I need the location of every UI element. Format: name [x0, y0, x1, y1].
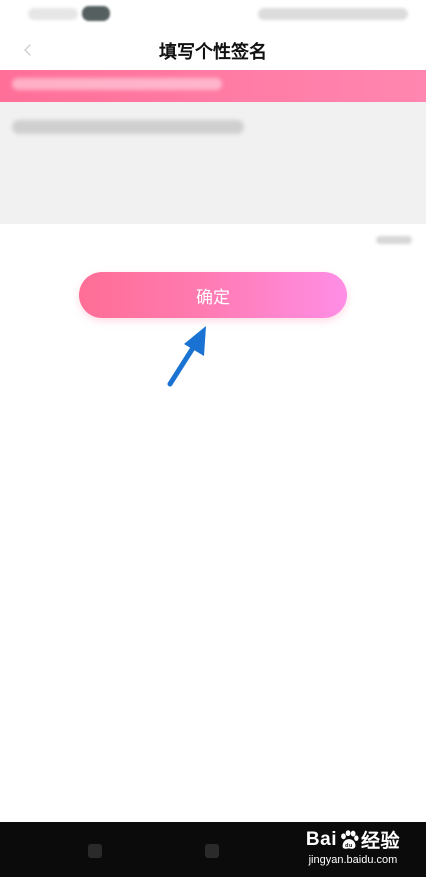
svg-text:du: du: [345, 842, 353, 848]
signature-input[interactable]: [0, 102, 426, 224]
nav-back-button[interactable]: [88, 844, 102, 858]
status-icons: [258, 8, 408, 20]
watermark-brand: Bai du 经验: [306, 826, 400, 853]
nav-bar: 填写个性签名: [0, 30, 426, 70]
baidu-watermark: Bai du 经验 jingyan.baidu.com: [306, 826, 400, 867]
tip-banner: [0, 70, 426, 102]
watermark-site: jingyan.baidu.com: [308, 854, 398, 866]
status-bar: [0, 0, 426, 30]
nav-home-button[interactable]: [205, 844, 219, 858]
watermark-brand-right: 经验: [360, 831, 400, 852]
status-indicator: [82, 6, 110, 21]
blue-arrow-icon: [167, 326, 206, 387]
page-title: 填写个性签名: [159, 42, 267, 63]
watermark-brand-left: Bai: [305, 828, 337, 850]
char-counter-blurred: [376, 236, 412, 244]
status-time: [28, 8, 78, 20]
tip-text-blurred: [12, 78, 222, 90]
signature-placeholder-blurred: [12, 120, 244, 134]
baidu-paw-icon: du: [341, 829, 359, 848]
confirm-button[interactable]: 确定: [79, 272, 347, 318]
